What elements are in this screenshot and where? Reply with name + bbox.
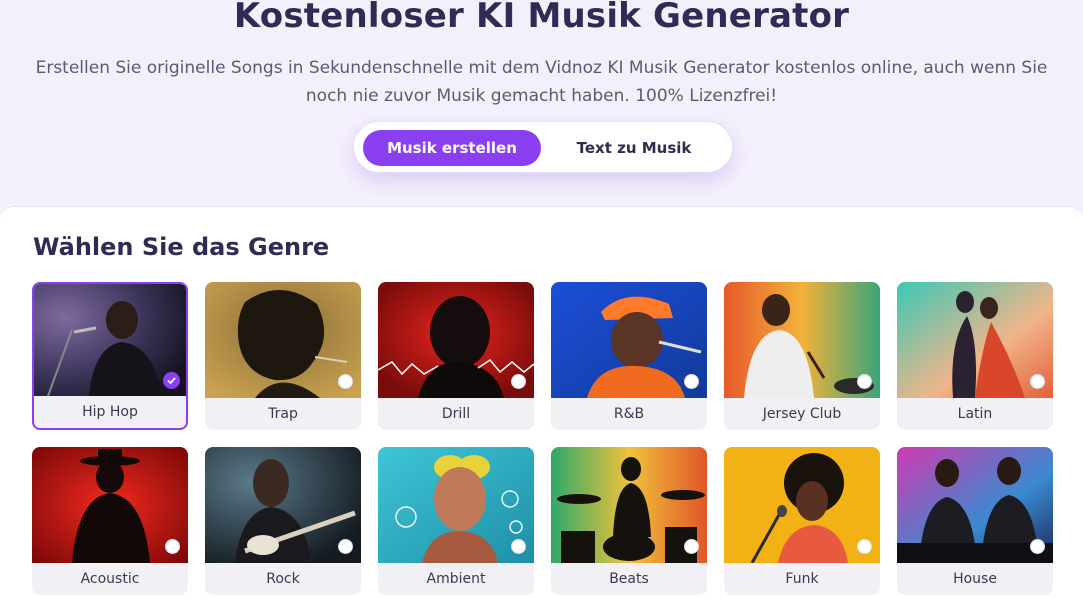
genre-card-hip-hop[interactable]: Hip Hop: [32, 282, 188, 430]
genre-label: House: [953, 571, 997, 587]
selected-check-icon: [163, 372, 180, 389]
genre-card-beats[interactable]: Beats: [551, 447, 707, 595]
genre-label: Funk: [785, 571, 819, 587]
genre-card-drill[interactable]: Drill: [378, 282, 534, 430]
genre-label: Trap: [268, 406, 298, 422]
radio-icon: [338, 539, 353, 554]
page-subtitle: Erstellen Sie originelle Songs in Sekund…: [35, 58, 1048, 106]
radio-icon: [684, 374, 699, 389]
genre-section-title: Wählen Sie das Genre: [33, 233, 330, 261]
genre-card-jersey-club[interactable]: Jersey Club: [724, 282, 880, 430]
radio-icon: [684, 539, 699, 554]
tab-musik-erstellen[interactable]: Musik erstellen: [363, 130, 541, 166]
genre-panel: Wählen Sie das Genre Hip Hop Trap Drill …: [0, 206, 1083, 598]
genre-label: Drill: [441, 406, 471, 422]
genre-card-rock[interactable]: Rock: [205, 447, 361, 595]
genre-card-rnb[interactable]: R&B: [551, 282, 707, 430]
page-title: Kostenloser KI Musik Generator: [233, 0, 850, 36]
genre-card-funk[interactable]: Funk: [724, 447, 880, 595]
genre-label: Hip Hop: [82, 404, 138, 420]
genre-label: Acoustic: [80, 571, 140, 587]
radio-icon: [857, 374, 872, 389]
genre-label: Rock: [266, 571, 300, 587]
genre-label: Ambient: [426, 571, 486, 587]
radio-icon: [338, 374, 353, 389]
mode-tabs: Musik erstellen Text zu Musik: [353, 121, 733, 173]
genre-card-trap[interactable]: Trap: [205, 282, 361, 430]
genre-label: Jersey Club: [762, 406, 842, 422]
radio-icon: [165, 539, 180, 554]
radio-icon: [511, 539, 526, 554]
genre-card-house[interactable]: House: [897, 447, 1053, 595]
genre-label: Latin: [957, 406, 993, 422]
genre-card-ambient[interactable]: Ambient: [378, 447, 534, 595]
genre-label: R&B: [613, 406, 645, 422]
genre-label: Beats: [609, 571, 649, 587]
radio-icon: [1030, 374, 1045, 389]
genre-card-acoustic[interactable]: Acoustic: [32, 447, 188, 595]
tab-text-zu-musik[interactable]: Text zu Musik: [544, 130, 724, 166]
radio-icon: [511, 374, 526, 389]
radio-icon: [1030, 539, 1045, 554]
genre-card-latin[interactable]: Latin: [897, 282, 1053, 430]
hero: Kostenloser KI Musik Generator Erstellen…: [0, 0, 1083, 210]
radio-icon: [857, 539, 872, 554]
